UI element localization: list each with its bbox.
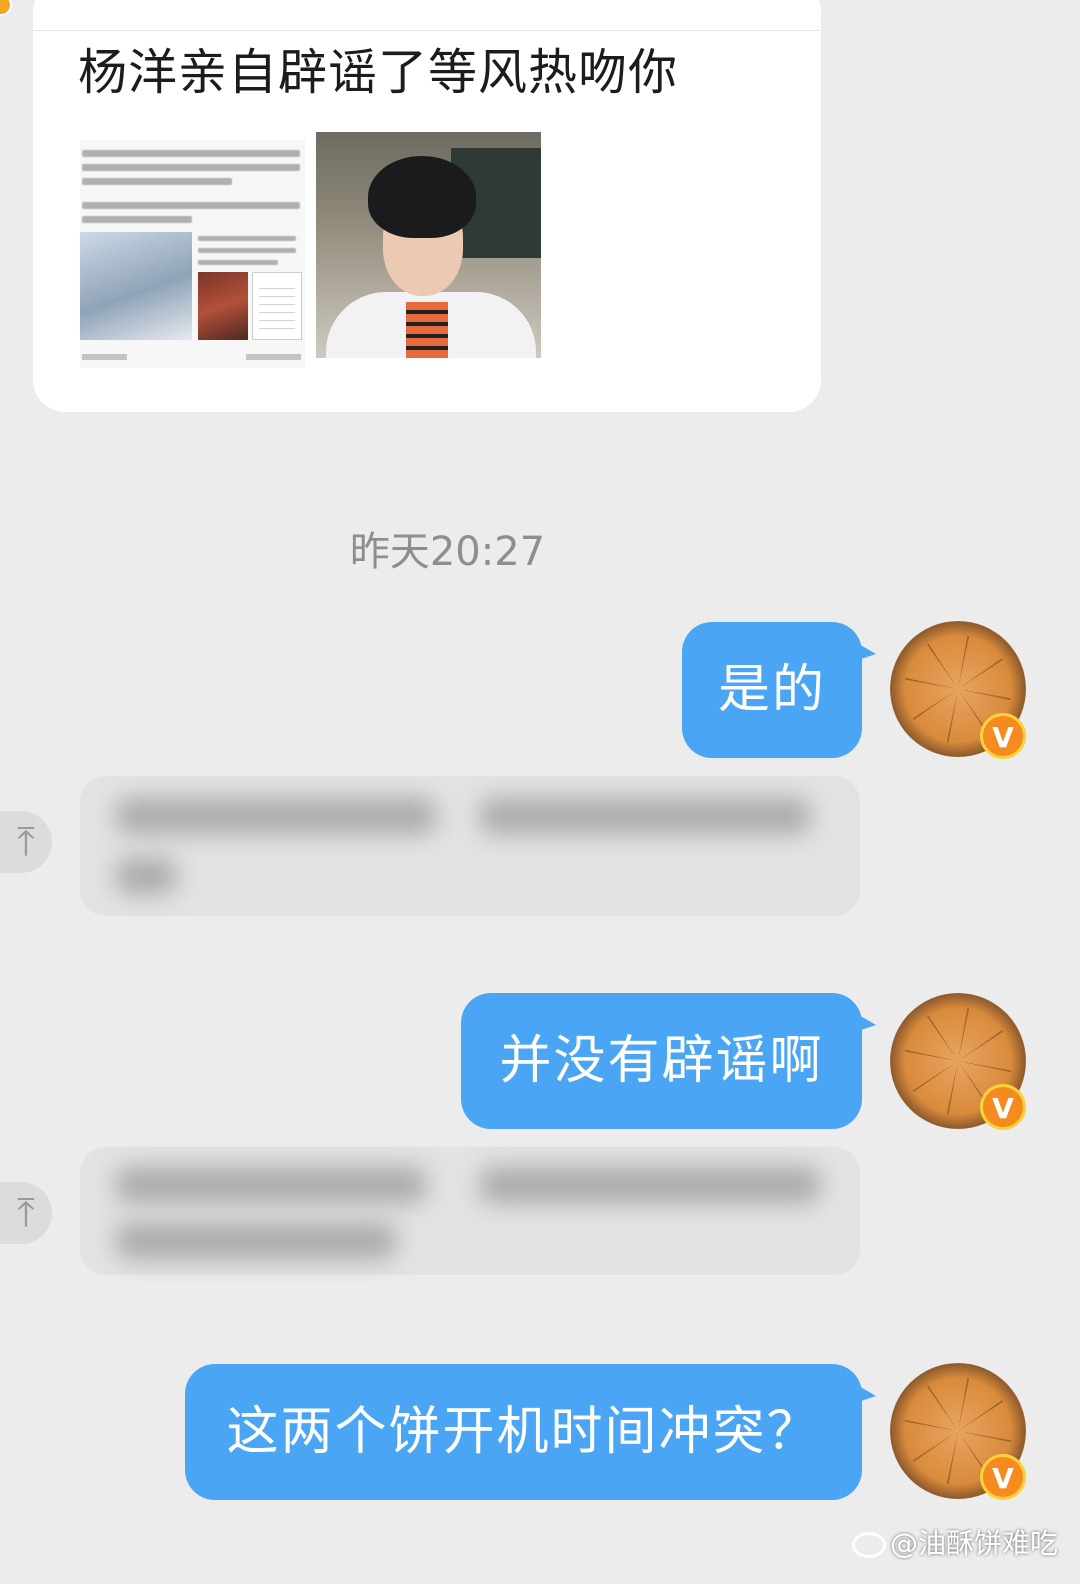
post-screenshot-thumbnail [80, 140, 305, 368]
weibo-watermark: @油酥饼难吃 [852, 1522, 1058, 1562]
verified-badge-icon: V [980, 1084, 1026, 1130]
shared-post-card[interactable]: 杨洋亲自辟谣了等风热吻你 [33, 0, 821, 412]
notification-dot [0, 0, 12, 16]
incoming-message-blurred[interactable] [80, 1147, 860, 1275]
message-timestamp: 昨天20:27 [349, 529, 546, 575]
verified-badge-icon: V [980, 1454, 1026, 1500]
post-photo-thumbnail [316, 132, 541, 358]
card-divider [33, 30, 821, 31]
watermark-text: @油酥饼难吃 [890, 1527, 1059, 1560]
bubble-tail [852, 640, 876, 662]
verified-badge-icon: V [980, 713, 1026, 759]
shared-post-title: 杨洋亲自辟谣了等风热吻你 [78, 44, 679, 101]
outgoing-message-bubble[interactable]: 是的 [682, 622, 876, 758]
message-text: 并没有辟谣啊 [499, 1031, 824, 1091]
bubble-tail [852, 1382, 876, 1404]
message-text: 是的 [717, 660, 826, 720]
outgoing-message-bubble[interactable]: 这两个饼开机时间冲突？ [185, 1364, 876, 1500]
incoming-message-blurred[interactable] [80, 776, 860, 916]
message-text: 这两个饼开机时间冲突？ [226, 1402, 821, 1462]
weibo-logo-icon [852, 1532, 886, 1558]
outgoing-message-bubble[interactable]: 并没有辟谣啊 [461, 993, 876, 1129]
bubble-tail [852, 1011, 876, 1033]
pin-top-icon[interactable]: ⤒ [0, 811, 52, 873]
pin-top-icon[interactable]: ⤒ [0, 1182, 52, 1244]
